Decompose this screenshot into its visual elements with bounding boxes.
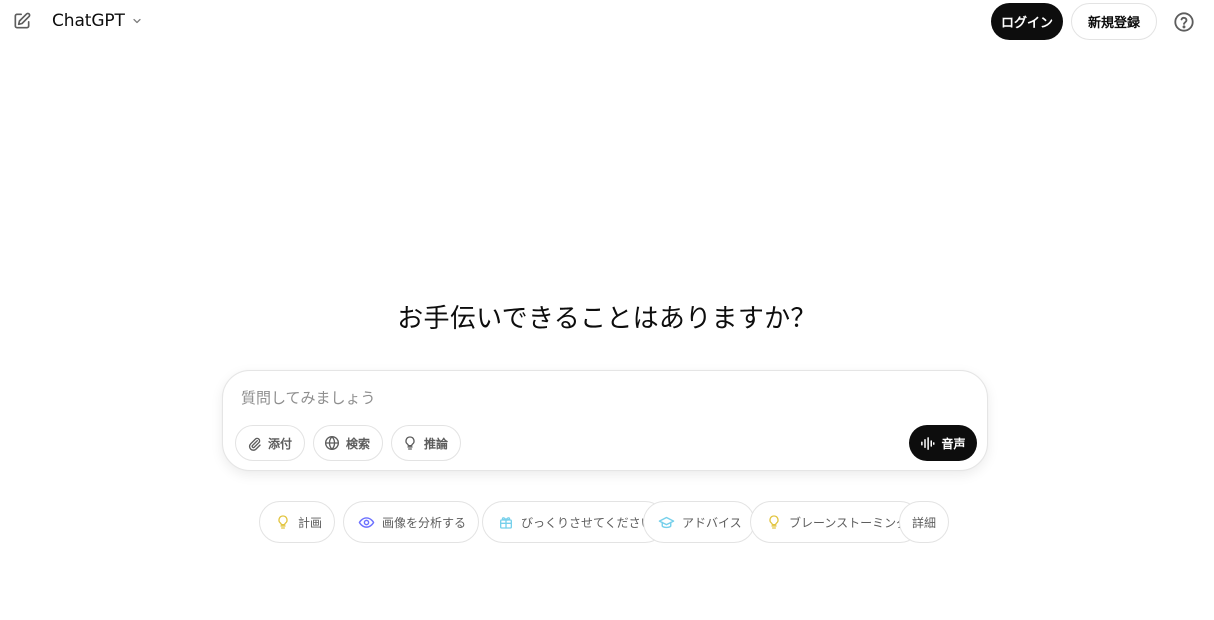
top-bar: ChatGPT ログイン 新規登録 (0, 0, 1214, 42)
page-title: お手伝いできることはありますか？ (397, 304, 817, 334)
reason-button[interactable]: 推論 (391, 425, 462, 461)
voice-button[interactable]: 音声 (909, 425, 977, 461)
attach-button[interactable]: 添付 (235, 425, 306, 461)
suggestion-label: 詳細 (912, 515, 937, 530)
prompt-input[interactable] (241, 385, 901, 411)
help-icon (1174, 12, 1194, 32)
suggestion-label: ブレーンストーミング (789, 515, 909, 530)
eye-icon (358, 514, 375, 531)
attach-label: 添付 (268, 436, 293, 451)
suggestion-advice[interactable]: アドバイス (643, 501, 755, 543)
model-name: ChatGPT (52, 11, 125, 31)
login-button[interactable]: ログイン (991, 3, 1063, 40)
suggestion-label: 計画 (298, 515, 323, 530)
edit-icon (14, 12, 31, 29)
lightbulb-icon (274, 514, 291, 531)
gift-icon (497, 514, 514, 531)
graduation-cap-icon (658, 514, 675, 531)
model-selector[interactable]: ChatGPT (46, 6, 149, 36)
globe-icon (324, 435, 340, 451)
suggestion-label: びっくりさせてください (521, 515, 653, 530)
waveform-icon (921, 436, 935, 450)
suggestion-brainstorm[interactable]: ブレーンストーミング (750, 501, 922, 543)
search-button[interactable]: 検索 (313, 425, 384, 461)
signup-button[interactable]: 新規登録 (1071, 3, 1157, 40)
suggestion-label: 画像を分析する (382, 515, 467, 530)
new-chat-button[interactable] (8, 7, 36, 35)
help-button[interactable] (1170, 8, 1198, 36)
suggestion-surprise-me[interactable]: びっくりさせてください (482, 501, 666, 543)
paperclip-icon (246, 435, 262, 451)
search-label: 検索 (346, 436, 371, 451)
suggestion-label: アドバイス (682, 515, 742, 530)
suggestion-plan[interactable]: 計画 (259, 501, 336, 543)
chevron-down-icon (133, 18, 141, 24)
reason-label: 推論 (424, 436, 449, 451)
lightbulb-icon (402, 435, 418, 451)
lightbulb-icon (765, 514, 782, 531)
voice-label: 音声 (941, 436, 966, 451)
suggestion-analyze-image[interactable]: 画像を分析する (343, 501, 480, 543)
composer: 添付 検索 推論 音声 (222, 370, 988, 471)
suggestion-more[interactable]: 詳細 (899, 501, 950, 543)
